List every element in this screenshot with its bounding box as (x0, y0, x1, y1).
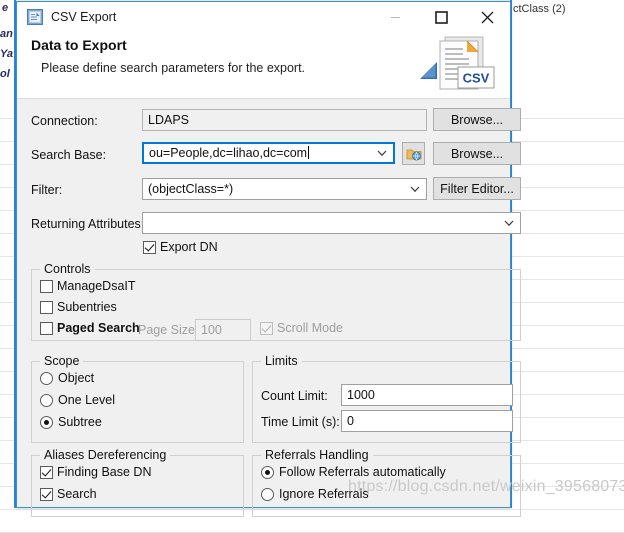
filter-editor-button[interactable]: Filter Editor... (433, 177, 521, 200)
limits-group: Limits Count Limit: 1000 Time Limit (s):… (252, 354, 521, 443)
managedsait-checkbox[interactable]: ManageDsaIT (40, 279, 136, 293)
scope-object-label: Object (58, 371, 95, 385)
paged-search-checkbox[interactable]: Paged Search (40, 321, 140, 335)
export-dn-checkbox[interactable]: Export DN (143, 240, 218, 254)
managedsait-label: ManageDsaIT (57, 279, 136, 293)
scroll-mode-label: Scroll Mode (277, 321, 343, 335)
close-icon (481, 11, 493, 23)
paged-search-label: Paged Search (57, 321, 140, 335)
time-limit-input[interactable]: 0 (341, 410, 513, 432)
dialog-header: Data to Export Please define search para… (17, 32, 510, 99)
page-subtitle: Please define search parameters for the … (41, 61, 306, 75)
connection-label: Connection: (31, 114, 98, 128)
background-text-fragment: ol (0, 68, 10, 80)
checkbox-icon (40, 300, 53, 314)
subentries-label: Subentries (57, 300, 117, 314)
filter-value: (objectClass=*) (148, 182, 234, 196)
search-base-label: Search Base: (31, 148, 107, 162)
chevron-down-icon (377, 144, 387, 162)
search-base-browse-button[interactable]: Browse... (433, 142, 521, 165)
radio-icon (261, 487, 274, 501)
aliases-group-title: Aliases Dereferencing (40, 448, 171, 462)
referrals-ignore-label: Ignore Referrals (279, 487, 369, 501)
page-title: Data to Export (31, 37, 127, 53)
background-text-fragment: Ya (0, 48, 14, 60)
csv-export-app-icon (27, 9, 43, 25)
radio-selected-icon (261, 465, 274, 479)
close-button[interactable] (464, 2, 510, 32)
radio-icon (40, 371, 53, 385)
csv-export-dialog: CSV Export Data to Export Please define … (16, 1, 521, 517)
page-size-label: Page Size: (138, 323, 199, 337)
aliases-finding-base-dn-label: Finding Base DN (57, 465, 152, 479)
referrals-group-title: Referrals Handling (261, 448, 373, 462)
count-limit-label: Count Limit: (261, 389, 328, 403)
connection-input[interactable]: LDAPS (142, 109, 427, 131)
dialog-title: CSV Export (51, 10, 117, 24)
background-column-header: ctClass (2) (513, 3, 566, 15)
scope-group-title: Scope (40, 354, 84, 368)
dialog-titlebar[interactable]: CSV Export (17, 2, 510, 32)
scope-subtree-label: Subtree (58, 415, 102, 429)
scroll-mode-checkbox[interactable]: Scroll Mode (260, 321, 343, 335)
count-limit-input[interactable]: 1000 (341, 384, 513, 406)
connection-browse-button[interactable]: Browse... (433, 108, 521, 131)
export-dn-label: Export DN (160, 240, 218, 254)
chevron-down-icon (504, 213, 514, 233)
text-caret (308, 146, 310, 159)
time-limit-label: Time Limit (s): (261, 415, 340, 429)
dialog-body: Connection: LDAPS Browse... Search Base:… (17, 99, 521, 517)
aliases-search-checkbox[interactable]: Search (40, 487, 97, 501)
aliases-search-label: Search (57, 487, 97, 501)
scope-group: Scope Object One Level Subtree (31, 354, 244, 443)
scope-radio-one-level[interactable]: One Level (40, 393, 115, 407)
browse-dn-icon (406, 149, 421, 160)
filter-combo[interactable]: (objectClass=*) (142, 178, 427, 200)
connection-label-wrap: Connection: (31, 110, 98, 132)
page-size-input[interactable]: 100 (195, 319, 251, 341)
background-text-fragment: e (2, 2, 9, 14)
returning-attributes-label: Returning Attributes: (31, 217, 145, 231)
search-base-combo[interactable]: ou=People,dc=lihao,dc=com (142, 142, 395, 164)
returning-attributes-label-wrap: Returning Attributes: (31, 213, 144, 235)
referrals-radio-follow[interactable]: Follow Referrals automatically (261, 465, 446, 479)
controls-group-title: Controls (40, 262, 95, 276)
radio-icon (40, 393, 53, 407)
search-base-value: ou=People,dc=lihao,dc=com (149, 146, 308, 160)
checkbox-checked-icon (40, 465, 53, 479)
referrals-radio-ignore[interactable]: Ignore Referrals (261, 487, 369, 501)
minimize-button[interactable] (372, 2, 418, 32)
controls-group: Controls ManageDsaIT Subentries Paged Se… (31, 262, 521, 341)
checkbox-checked-icon (40, 487, 53, 501)
search-base-picker-button[interactable] (402, 142, 425, 165)
filter-label-wrap: Filter: (31, 179, 62, 201)
scope-radio-object[interactable]: Object (40, 371, 94, 385)
csv-logo-label: CSV (463, 71, 490, 86)
checkbox-checked-disabled-icon (260, 321, 273, 335)
scope-radio-subtree[interactable]: Subtree (40, 415, 102, 429)
chevron-down-icon (410, 179, 420, 199)
subentries-checkbox[interactable]: Subentries (40, 300, 117, 314)
filter-label: Filter: (31, 183, 63, 197)
minimize-icon (390, 16, 400, 18)
scope-one-level-label: One Level (58, 393, 115, 407)
maximize-icon (434, 10, 448, 24)
maximize-button[interactable] (418, 2, 464, 32)
limits-group-title: Limits (261, 354, 302, 368)
aliases-finding-base-dn-checkbox[interactable]: Finding Base DN (40, 465, 152, 479)
referrals-follow-label: Follow Referrals automatically (279, 465, 446, 479)
checkbox-icon (40, 321, 53, 335)
checkbox-checked-icon (143, 240, 156, 254)
csv-document-icon: CSV (436, 34, 498, 94)
search-base-label-wrap: Search Base: (31, 144, 106, 166)
background-text-fragment: an (0, 28, 13, 40)
radio-selected-icon (40, 415, 53, 429)
returning-attributes-combo[interactable] (142, 212, 521, 234)
window-controls (372, 2, 510, 32)
checkbox-icon (40, 279, 53, 293)
